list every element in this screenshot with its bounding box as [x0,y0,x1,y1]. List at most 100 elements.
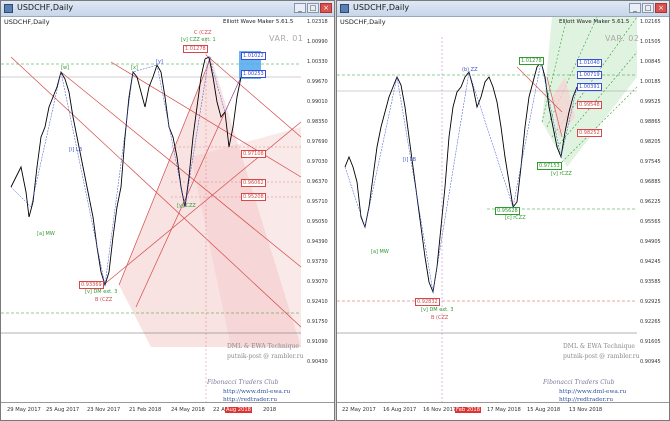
wave-label: [i] LB [69,147,83,153]
price-tick: 0.92925 [640,299,661,305]
wave-label: [v] CZZ ext. 1 [181,37,216,43]
price-marker: 0.97153 [537,162,562,170]
price-marker: 1.01040 [577,59,602,67]
wave-label: C (CZZ [194,30,212,36]
window-titlebar[interactable]: USDCHF,Daily _ □ × [337,1,669,17]
wave-label: [i] LB [403,157,417,163]
date-tick: 24 May 2018 [171,407,205,413]
price-tick: 0.93070 [307,279,328,285]
price-marker: 0.95208 [241,193,266,201]
date-tick: 16 Aug 2017 [383,407,417,413]
price-marker: 1.01022 [241,52,266,60]
price-chart[interactable]: USDCHF,Daily Elliott Wave Maker 5.61.5 V… [337,17,669,405]
wave-label: (b) ZZ [462,67,478,73]
price-tick: 0.99670 [307,79,328,85]
close-button[interactable]: × [320,3,332,13]
price-tick: 0.97545 [640,159,661,165]
price-chart[interactable]: USDCHF,Daily Elliott Wave Maker 5.61.5 V… [1,17,334,405]
price-tick: 0.93585 [640,279,661,285]
date-axis: 22 May 2017 16 Aug 2017 16 Nov 2017 Feb … [337,402,669,420]
date-tick: 21 Feb 2018 [129,407,162,413]
price-marker: 0.99548 [577,101,602,109]
price-tick: 0.92410 [307,299,328,305]
crosshair-date: Feb 2018 [455,407,482,413]
price-tick: 0.96225 [640,199,661,205]
date-tick: 13 Nov 2018 [569,407,603,413]
maximize-button[interactable]: □ [307,3,319,13]
date-tick: 22 May 2017 [342,407,376,413]
club-name: Fibonacci Traders Club [543,379,615,386]
minimize-button[interactable]: _ [294,3,306,13]
price-marker: 1.00253 [241,70,266,78]
price-tick: 0.93730 [307,259,328,265]
price-tick: 0.96370 [307,179,328,185]
wave-label: [y] [156,59,163,65]
wave-label: [v] DM ext. 3 [85,289,118,295]
price-tick: 0.97690 [307,139,328,145]
maximize-button[interactable]: □ [642,3,654,13]
elliott-wave-path [344,61,578,293]
indicator-name: Elliott Wave Maker 5.61.5 [223,19,294,25]
link-dml[interactable]: http://www.dml-ewa.ru [559,389,626,395]
price-marker: 0.98252 [577,129,602,137]
price-tick: 0.95565 [640,219,661,225]
variant-label: VAR. 01 [269,34,304,43]
link-dml[interactable]: http://www.dml-ewa.ru [223,389,290,395]
chart-symbol: USDCHF,Daily [4,18,50,26]
club-name: Fibonacci Traders Club [207,379,279,386]
price-tick: 0.99525 [640,99,661,105]
price-tick: 0.91090 [307,339,328,345]
date-tick: 16 Nov 2017 [423,407,457,413]
price-tick: 0.97030 [307,159,328,165]
price-marker: 0.97108 [241,150,266,158]
price-tick: 1.01505 [640,39,661,45]
chart-symbol: USDCHF,Daily [340,18,386,26]
price-tick: 0.95710 [307,199,328,205]
window-titlebar[interactable]: USDCHF,Daily _ □ × [1,1,334,17]
date-tick: 25 Aug 2017 [46,407,80,413]
price-tick: 0.98350 [307,119,328,125]
price-tick: 0.98205 [640,139,661,145]
crosshair-date: Aug 2018 [225,407,252,413]
price-tick: 1.00330 [307,59,328,65]
price-tick: 0.98865 [640,119,661,125]
credit-email: putnik-post @ rambler.ru [563,353,640,360]
price-marker: 0.93369 [79,281,104,289]
wave-label: [x] [131,65,138,71]
price-tick: 0.94905 [640,239,661,245]
wave-label: [c] rCZZ [505,215,526,221]
indicator-name: Elliott Wave Maker 5.61.5 [559,19,630,25]
date-tick: 15 Aug 2018 [527,407,561,413]
credit-technique: DML & EWA Technique [563,343,635,350]
price-tick: 0.90945 [640,359,661,365]
price-tick: 0.94390 [307,239,328,245]
price-tick: 0.91750 [307,319,328,325]
wave-label: [w] [61,65,69,71]
wave-label: [a] MW [37,231,55,237]
close-button[interactable]: × [655,3,667,13]
wave-label: [a] MW [371,249,389,255]
date-tick: 17 May 2018 [487,407,521,413]
price-marker: 1.00719 [577,71,602,79]
date-tick: 23 Nov 2017 [87,407,121,413]
price-tick: 1.02318 [307,19,328,25]
chart-app-icon [340,4,349,13]
price-marker: 1.00391 [577,83,602,91]
minimize-button[interactable]: _ [629,3,641,13]
price-marker: 0.96062 [241,179,266,187]
price-tick: 1.00845 [640,59,661,65]
variant-label: VAR. 02 [605,34,640,43]
chart-window-var02[interactable]: USDCHF,Daily _ □ × USDCHF,Daily Elliott … [336,0,670,421]
price-tick: 1.02165 [640,19,661,25]
wave-label: B (CZZ [431,315,449,321]
credit-email: putnik-post @ rambler.ru [227,353,304,360]
price-tick: 0.96885 [640,179,661,185]
wave-label: [y] CZZ [177,203,196,209]
window-title: USDCHF,Daily [17,3,74,12]
price-tick: 0.91605 [640,339,661,345]
chart-app-icon [4,4,13,13]
price-marker: 1.01278 [183,45,208,53]
price-tick: 0.99010 [307,99,328,105]
chart-window-var01[interactable]: USDCHF,Daily _ □ × USDCHF,Daily Elliott … [0,0,335,421]
price-tick: 1.00185 [640,79,661,85]
